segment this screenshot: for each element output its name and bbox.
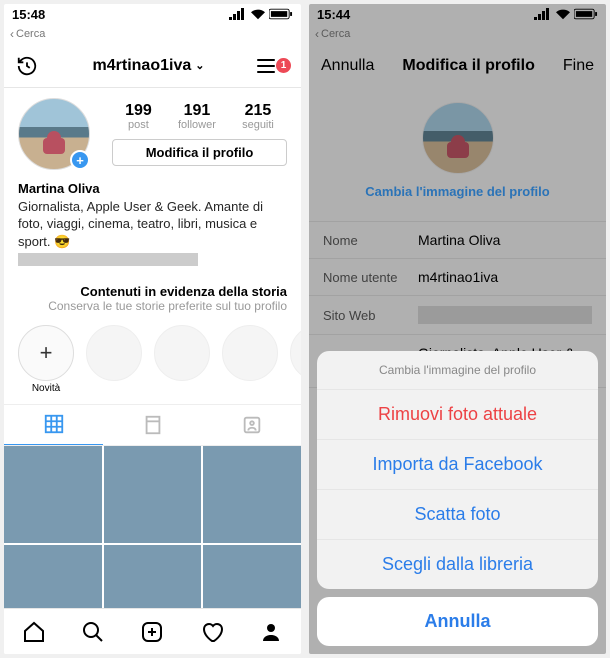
- post-thumbnail[interactable]: [104, 545, 202, 608]
- tagged-icon: [241, 414, 263, 436]
- tab-activity[interactable]: [200, 620, 224, 644]
- tab-new-post[interactable]: [140, 620, 164, 644]
- status-bar: 15:48: [4, 4, 301, 24]
- display-name: Martina Oliva: [18, 180, 287, 198]
- post-thumbnail[interactable]: [203, 446, 301, 544]
- tab-feed[interactable]: [103, 405, 202, 445]
- bottom-tab-bar: [4, 608, 301, 654]
- highlights-tray[interactable]: + Novità: [4, 315, 301, 404]
- highlight-new[interactable]: + Novità: [18, 325, 74, 394]
- highlight-placeholder: [154, 325, 210, 394]
- highlights-header: Contenuti in evidenza della storia Conse…: [4, 278, 301, 315]
- back-to-search[interactable]: ‹ Cerca: [4, 24, 301, 44]
- stat-following[interactable]: 215 seguiti: [242, 102, 274, 131]
- action-sheet-overlay[interactable]: Cambia l'immagine del profilo Rimuovi fo…: [309, 4, 606, 654]
- post-thumbnail[interactable]: [203, 545, 301, 608]
- sheet-take-photo[interactable]: Scatta foto: [317, 490, 598, 540]
- post-thumbnail[interactable]: [4, 446, 102, 544]
- tab-grid[interactable]: [4, 405, 103, 445]
- edit-profile-button[interactable]: Modifica il profilo: [112, 139, 287, 166]
- highlight-placeholder: [290, 325, 301, 394]
- post-thumbnail[interactable]: [4, 545, 102, 608]
- home-icon: [22, 620, 46, 644]
- profile-screen: 15:48 ‹ Cerca m4rtinao1iva ⌄ 1 +: [4, 4, 301, 654]
- heart-icon: [200, 620, 224, 644]
- profile-header: + 199 post 191 follower 215 seguiti Modi…: [4, 88, 301, 180]
- bio-text: Giornalista, Apple User & Geek. Amante d…: [18, 198, 287, 251]
- edit-profile-screen: 15:44 ‹ Cerca Annulla Modifica il profil…: [309, 4, 606, 654]
- menu-button[interactable]: 1: [257, 58, 291, 73]
- tab-search[interactable]: [81, 620, 105, 644]
- sheet-choose-library[interactable]: Scegli dalla libreria: [317, 540, 598, 589]
- sheet-title: Cambia l'immagine del profilo: [317, 351, 598, 390]
- bio-redacted: [18, 253, 198, 266]
- add-post-icon: [140, 620, 164, 644]
- status-time: 15:48: [12, 7, 45, 22]
- stat-posts[interactable]: 199 post: [125, 102, 152, 131]
- sheet-import-facebook[interactable]: Importa da Facebook: [317, 440, 598, 490]
- tab-profile[interactable]: [259, 620, 283, 644]
- stats-block: 199 post 191 follower 215 seguiti Modifi…: [112, 102, 287, 166]
- bio-section: Martina Oliva Giornalista, Apple User & …: [4, 180, 301, 278]
- tab-tagged[interactable]: [202, 405, 301, 445]
- stat-followers[interactable]: 191 follower: [178, 102, 216, 131]
- action-sheet: Cambia l'immagine del profilo Rimuovi fo…: [317, 351, 598, 589]
- chevron-down-icon: ⌄: [195, 59, 204, 72]
- profile-tabs: [4, 404, 301, 446]
- highlights-title: Contenuti in evidenza della storia: [18, 284, 287, 299]
- chevron-left-icon: ‹: [10, 27, 14, 41]
- profile-icon: [259, 620, 283, 644]
- grid-icon: [43, 413, 65, 435]
- avatar[interactable]: +: [18, 98, 90, 170]
- plus-icon: +: [18, 325, 74, 381]
- highlight-placeholder: [86, 325, 142, 394]
- archive-button[interactable]: [14, 53, 40, 79]
- feed-icon: [142, 414, 164, 436]
- post-thumbnail[interactable]: [104, 446, 202, 544]
- posts-grid: [4, 446, 301, 608]
- notification-badge: 1: [276, 58, 291, 73]
- search-icon: [81, 620, 105, 644]
- tab-home[interactable]: [22, 620, 46, 644]
- hamburger-icon: [257, 59, 275, 73]
- status-indicators: [229, 8, 293, 20]
- add-story-icon: +: [70, 150, 90, 170]
- sheet-cancel[interactable]: Annulla: [317, 597, 598, 646]
- highlight-placeholder: [222, 325, 278, 394]
- username-dropdown[interactable]: m4rtinao1iva ⌄: [93, 57, 205, 75]
- highlights-subtitle: Conserva le tue storie preferite sul tuo…: [18, 299, 287, 313]
- sheet-remove-photo[interactable]: Rimuovi foto attuale: [317, 390, 598, 440]
- profile-nav: m4rtinao1iva ⌄ 1: [4, 44, 301, 88]
